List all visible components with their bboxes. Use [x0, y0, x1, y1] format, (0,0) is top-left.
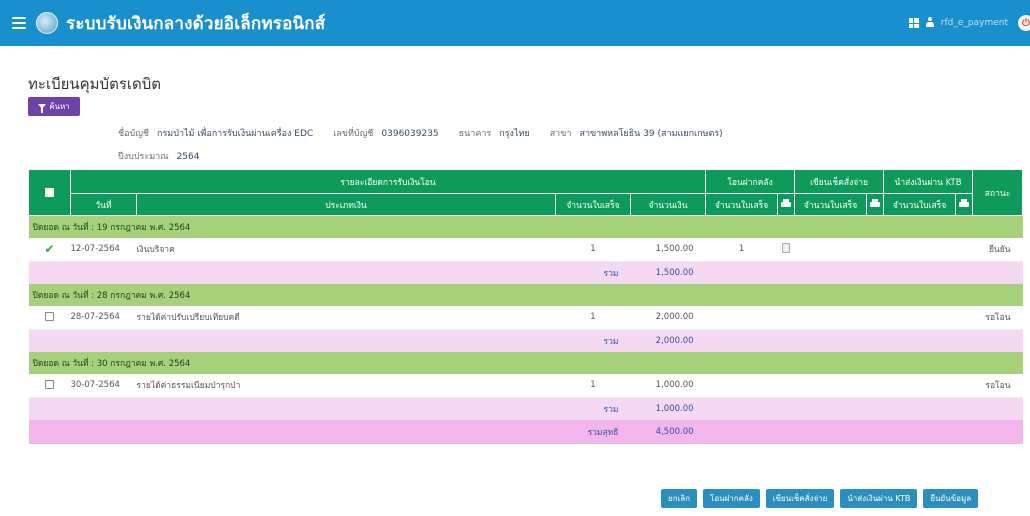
row-money-type: รายได้ค่าธรรมเนียมป่ารุกป่า [136, 373, 556, 398]
subtotal-label: รวม [28, 261, 631, 284]
row-date: 12-07-2564 [70, 237, 137, 262]
write-cheque-button[interactable]: เขียนเช็คสั่งจ่าย [765, 489, 835, 508]
treasury-receipt-count-header: จำนวนใบเสร็จ [705, 193, 779, 216]
print-treasury-cell [777, 193, 796, 216]
cheque-receipt-count-header: จำนวนใบเสร็จ [794, 193, 868, 216]
subtotal-row: รวม 1,500.00 [28, 261, 1023, 284]
subtotal-row: รวม 1,000.00 [28, 397, 1023, 420]
transfer-treasury-header: โอนฝากคลัง [705, 169, 796, 194]
receipt-count-header: จำนวนใบเสร็จ [555, 193, 631, 216]
row-amount: 1,000.00 [630, 373, 706, 398]
top-navbar: ระบบรับเงินกลางด้วยอิเล็กทรอนิกส์ rfd_e_… [0, 0, 1030, 46]
details-group-header: รายละเอียดการรับเงินโอน [69, 169, 707, 194]
account-name-label: ชื่อบัญชี [118, 129, 150, 139]
table-row[interactable]: ✔ 12-07-2564 เงินบริจาค 1 1,500.00 1 ยืน… [28, 237, 1023, 262]
group-title: ปิดยอด ณ วันที่ : 19 กรกฎาคม พ.ศ. 2564 [28, 215, 1023, 238]
bank-label: ธนาคาร [458, 129, 492, 139]
search-button-label: ค้นหา [49, 102, 70, 111]
net-total-label: รวมสุทธิ [28, 419, 631, 444]
table-row[interactable]: 30-07-2564 รายได้ค่าธรรมเนียมป่ารุกป่า 1… [28, 373, 1023, 398]
fiscal-year-line: ปีงบประมาณ 2564 [118, 149, 219, 163]
search-button[interactable]: ค้นหา [28, 97, 80, 116]
ktb-receipt-count-header: จำนวนใบเสร็จ [883, 193, 957, 216]
row-receipts: 1 [555, 237, 631, 262]
cancel-button[interactable]: ยกเลิก [661, 489, 698, 508]
status-header: สถานะ [972, 169, 1024, 216]
action-buttons: ยกเลิก โอนฝากคลัง เขียนเช็คสั่งจ่าย นำส่… [661, 489, 979, 508]
username[interactable]: rfd_e_payment [941, 18, 1008, 28]
group-header-row: ปิดยอด ณ วันที่ : 28 กรกฎาคม พ.ศ. 2564 [28, 283, 1023, 306]
user-icon[interactable] [925, 17, 935, 29]
printer-icon[interactable] [781, 198, 792, 208]
row-select-cell: ✔ [28, 237, 71, 262]
subtotal-label: รวม [28, 397, 631, 420]
debit-card-register-table: รายละเอียดการรับเงินโอน โอนฝากคลัง เขียน… [28, 169, 1024, 444]
row-select-cell [28, 305, 71, 330]
logout-icon[interactable]: ⏻ [1018, 15, 1030, 31]
printer-icon[interactable] [870, 198, 881, 208]
select-all-cell [28, 169, 71, 216]
row-status: รอโอน [972, 373, 1023, 398]
row-select-cell [28, 373, 71, 398]
row-amount: 2,000.00 [630, 305, 706, 330]
subtotal-label: รวม [28, 329, 631, 352]
app-title: ระบบรับเงินกลางด้วยอิเล็กทรอนิกส์ [66, 13, 326, 34]
subtotal-amount: 2,000.00 [630, 329, 706, 352]
group-title: ปิดยอด ณ วันที่ : 30 กรกฎาคม พ.ศ. 2564 [28, 351, 1023, 374]
row-treasury-receipts: 1 [705, 237, 778, 262]
row-date: 30-07-2564 [70, 373, 137, 398]
bank-name: กรุงไทย [499, 129, 530, 139]
row-status: ยืนยัน [972, 237, 1023, 262]
row-money-type: เงินบริจาค [136, 237, 556, 262]
account-no: 0396039235 [381, 129, 439, 139]
account-name: กรมป่าไม้ เพื่อการรับเงินผ่านเครื่อง EDC [157, 129, 314, 139]
table-row[interactable]: 28-07-2564 รายได้ค่าปรับเปรียบเทียบคดี 1… [28, 305, 1023, 330]
main-content: ทะเบียนคุมบัตรเดบิต ค้นหา ชื่อบัญชี กรมป่… [0, 46, 1030, 516]
page-title: ทะเบียนคุมบัตรเดบิต [28, 75, 162, 93]
row-amount: 1,500.00 [630, 237, 706, 262]
fiscal-year: 2564 [176, 152, 200, 162]
row-checkbox[interactable] [45, 380, 54, 390]
row-money-type: รายได้ค่าปรับเปรียบเทียบคดี [136, 305, 556, 330]
print-cheque-cell [866, 193, 885, 216]
deposit-ktb-button[interactable]: นำส่งเงินผ่าน KTB [840, 489, 918, 508]
subtotal-row: รวม 2,000.00 [28, 329, 1023, 352]
transfer-treasury-button[interactable]: โอนฝากคลัง [703, 489, 760, 508]
write-cheque-header: เขียนเช็คสั่งจ่าย [794, 169, 885, 194]
branch-label: สาขา [549, 129, 572, 139]
subtotal-amount: 1,500.00 [630, 261, 706, 284]
row-status: รอโอน [972, 305, 1023, 330]
deposit-ktb-header: นำส่งเงินผ่าน KTB [883, 169, 974, 194]
branch-name: สาขาพหลโยธิน 39 (สามแยกเกษตร) [579, 129, 723, 139]
row-checkbox[interactable] [45, 312, 54, 322]
fiscal-year-label: ปีงบประมาณ [118, 152, 169, 162]
user-menu: rfd_e_payment ⏻ [908, 0, 1030, 46]
date-header: วันที่ [70, 193, 137, 216]
row-treasury-doc-cell [777, 237, 795, 262]
filter-icon [38, 104, 47, 113]
subtotal-amount: 1,000.00 [630, 397, 706, 420]
row-date: 28-07-2564 [70, 305, 137, 330]
check-icon[interactable]: ✔ [44, 242, 54, 256]
row-receipts: 1 [555, 373, 631, 398]
confirm-button[interactable]: ยืนยันข้อมูล [923, 489, 979, 508]
net-total-row: รวมสุทธิ 4,500.00 [28, 419, 1023, 444]
hamburger-icon[interactable] [12, 17, 26, 29]
account-info-line: ชื่อบัญชี กรมป่าไม้ เพื่อการรับเงินผ่านเค… [118, 126, 743, 140]
money-type-header: ประเภทเงิน [136, 193, 556, 216]
group-header-row: ปิดยอด ณ วันที่ : 19 กรกฎาคม พ.ศ. 2564 [28, 215, 1023, 238]
grid-icon[interactable] [908, 18, 919, 28]
print-ktb-cell [955, 193, 974, 216]
document-icon[interactable] [782, 242, 791, 253]
group-title: ปิดยอด ณ วันที่ : 28 กรกฎาคม พ.ศ. 2564 [28, 283, 1023, 306]
account-no-label: เลขที่บัญชี [333, 129, 374, 139]
net-total-amount: 4,500.00 [630, 419, 706, 444]
amount-header: จำนวนเงิน [629, 193, 707, 216]
group-header-row: ปิดยอด ณ วันที่ : 30 กรกฎาคม พ.ศ. 2564 [28, 351, 1023, 374]
row-receipts: 1 [555, 305, 631, 330]
logo-icon [36, 12, 58, 34]
select-all-checkbox[interactable] [45, 187, 54, 197]
printer-icon[interactable] [959, 198, 970, 208]
